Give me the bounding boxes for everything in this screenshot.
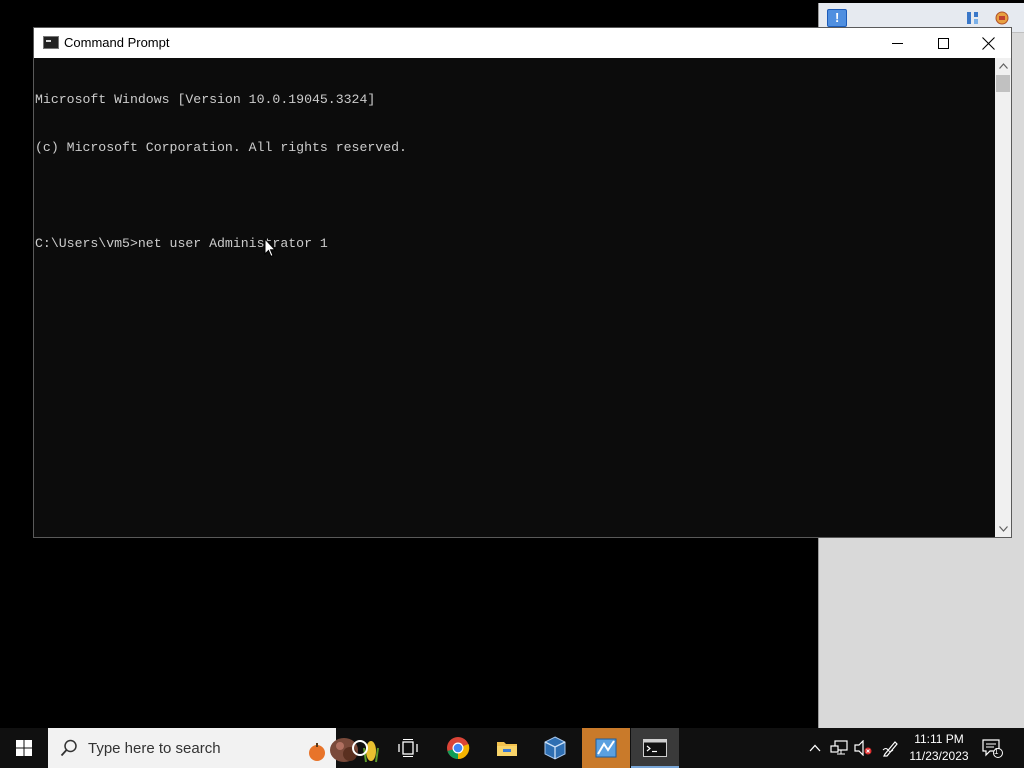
console-prompt-line: C:\Users\vm5>net user Administrator 1 — [35, 236, 328, 251]
cortana-icon — [352, 740, 368, 756]
scroll-down-button[interactable] — [995, 521, 1011, 537]
show-hidden-icons-button[interactable] — [806, 728, 824, 768]
volume-tray-button[interactable] — [852, 728, 874, 768]
cmd-icon — [643, 739, 667, 757]
scroll-up-button[interactable] — [995, 58, 1011, 74]
mouse-pointer-icon — [264, 238, 276, 258]
action-center-button[interactable]: 1 — [980, 728, 1006, 768]
scroll-thumb[interactable] — [996, 75, 1010, 92]
minimize-icon — [891, 42, 903, 44]
notification-icon — [982, 739, 1003, 758]
network-tool-icon — [595, 738, 617, 758]
start-icon — [16, 740, 32, 756]
clock-date: 11/23/2023 — [909, 749, 969, 763]
network-icon — [830, 740, 848, 755]
chevron-down-icon — [998, 526, 1008, 532]
taskbar-app-command-prompt[interactable] — [631, 728, 679, 768]
task-view-button[interactable] — [384, 728, 432, 768]
close-button[interactable] — [965, 28, 1011, 58]
console-line: Microsoft Windows [Version 10.0.19045.33… — [35, 92, 376, 107]
info-icon[interactable] — [827, 9, 847, 27]
file-explorer-icon — [497, 742, 517, 756]
search-placeholder: Type here to search — [88, 740, 221, 757]
minimize-button[interactable] — [874, 28, 920, 58]
network-tray-button[interactable] — [828, 728, 850, 768]
volume-muted-icon — [854, 740, 872, 756]
sort-icon[interactable] — [966, 11, 980, 25]
chevron-up-icon — [809, 744, 821, 752]
taskbar-app-chrome[interactable] — [434, 728, 482, 768]
title-bar[interactable]: Command Prompt — [34, 28, 1011, 58]
task-view-icon — [398, 739, 418, 757]
taskbar-app-network-tool[interactable] — [582, 728, 630, 768]
vertical-scrollbar[interactable] — [995, 58, 1011, 537]
clock-time: 11:11 PM — [914, 732, 964, 746]
close-icon — [981, 36, 995, 50]
start-button[interactable] — [0, 728, 48, 768]
window-title: Command Prompt — [64, 35, 170, 50]
taskbar-app-file-explorer[interactable] — [483, 728, 531, 768]
chrome-icon — [447, 737, 470, 760]
notification-count-badge: 1 — [994, 747, 999, 756]
cmd-icon — [43, 36, 59, 49]
pen-icon — [882, 741, 898, 757]
virtualbox-icon — [544, 736, 566, 760]
tools-icon[interactable] — [994, 11, 1010, 25]
pen-workspace-button[interactable] — [880, 728, 902, 768]
command-prompt-window[interactable]: Command Prompt Microsoft Windows [Versio… — [33, 27, 1012, 538]
cortana-button[interactable] — [336, 728, 384, 768]
taskbar-app-virtualbox[interactable] — [531, 728, 579, 768]
maximize-icon — [937, 37, 949, 49]
console-output[interactable]: Microsoft Windows [Version 10.0.19045.33… — [34, 58, 995, 537]
taskbar: Type here to search 11:11 PM 11/23/2023 … — [0, 728, 1024, 768]
search-icon — [60, 739, 77, 757]
taskbar-search-box[interactable]: Type here to search — [48, 728, 379, 768]
chevron-up-icon — [998, 63, 1008, 69]
maximize-button[interactable] — [920, 28, 966, 58]
taskbar-clock[interactable]: 11:11 PM 11/23/2023 — [905, 731, 973, 765]
console-line: (c) Microsoft Corporation. All rights re… — [35, 140, 407, 155]
